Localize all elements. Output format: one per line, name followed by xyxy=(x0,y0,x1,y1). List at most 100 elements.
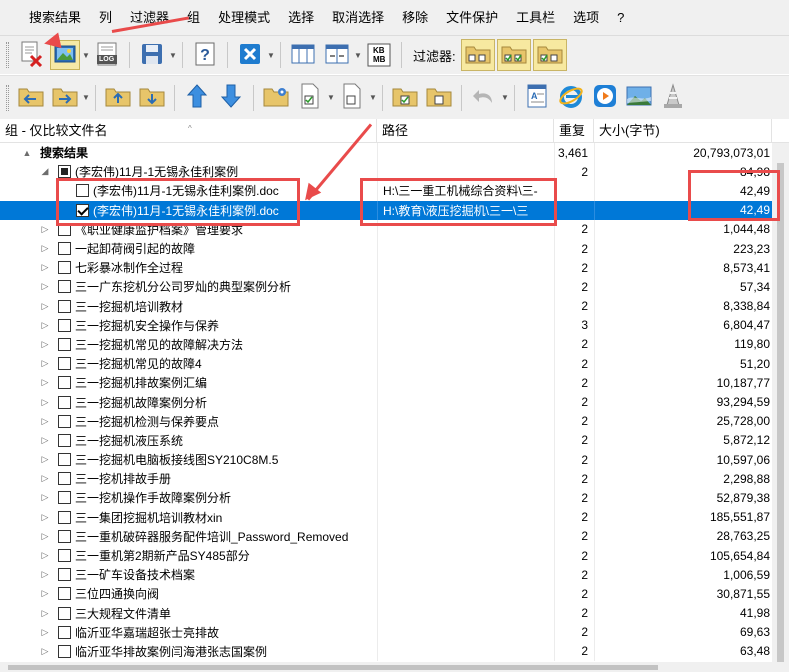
toolbar-grip[interactable] xyxy=(6,42,9,68)
group-row[interactable]: ▷ 三一矿车设备技术档案 2 1,006,59 xyxy=(0,565,772,585)
columns-dropdown-arrow[interactable]: ▼ xyxy=(354,40,362,70)
expand-arrow-icon[interactable]: ▷ xyxy=(40,416,50,427)
column-header-size[interactable]: 大小(字节) xyxy=(594,119,772,143)
group-row[interactable]: ▷ 三一挖机操作手故障案例分析 2 52,879,38 xyxy=(0,488,772,508)
row-checkbox[interactable] xyxy=(58,568,71,582)
help-button[interactable]: ? xyxy=(190,40,220,70)
expand-arrow-icon[interactable]: ▷ xyxy=(40,473,50,484)
delete-files-button[interactable] xyxy=(16,40,46,70)
group-row[interactable]: ▷ 临沂亚华嘉瑞超张士亮排故 2 69,63 xyxy=(0,622,772,642)
expand-arrow-icon[interactable]: ▷ xyxy=(40,512,50,523)
move-down-button[interactable] xyxy=(216,83,246,113)
menu-item[interactable]: 过滤器 xyxy=(121,0,178,36)
row-checkbox[interactable] xyxy=(58,165,71,179)
folder-down-button[interactable] xyxy=(137,83,167,113)
undo-button[interactable] xyxy=(469,83,499,113)
expand-arrow-icon[interactable]: ▷ xyxy=(40,492,50,503)
row-checkbox[interactable] xyxy=(58,242,71,256)
group-row[interactable]: ▷ 三一挖掘机常见的故障解决方法 2 119,80 xyxy=(0,334,772,355)
check-document-button[interactable] xyxy=(295,83,325,113)
column-header-duplicates[interactable]: 重复 xyxy=(554,119,594,143)
row-checkbox[interactable] xyxy=(58,549,71,563)
group-row[interactable]: ▷ 三一挖掘机故障案例分析 2 93,294,59 xyxy=(0,392,772,412)
expand-arrow-icon[interactable]: ▷ xyxy=(40,397,50,408)
group-row[interactable]: ▷ 三大规程文件清单 2 41,98 xyxy=(0,603,772,623)
group-row[interactable]: ▷ 三一挖掘机常见的故障4 2 51,20 xyxy=(0,354,772,374)
group-row[interactable]: ▷ 三一重机破碎器服务配件培训_Password_Removed 2 28,763,2… xyxy=(0,526,772,546)
group-row[interactable]: ▷ 三一重机第2期新产品SY485部分 2 105,654,84 xyxy=(0,545,772,566)
collapse-arrow-icon[interactable]: ◢ xyxy=(40,166,50,177)
column-width-button[interactable] xyxy=(322,40,352,70)
group-row[interactable]: ▷ 三一挖掘机检测与保养要点 2 25,728,00 xyxy=(0,411,772,431)
row-checkbox[interactable] xyxy=(58,625,71,639)
expand-arrow-icon[interactable]: ▷ xyxy=(40,320,50,331)
filter-button-1[interactable] xyxy=(460,39,495,71)
folder-nav-dropdown-arrow[interactable]: ▼ xyxy=(82,83,90,113)
vlc-player-button[interactable] xyxy=(658,83,688,113)
row-checkbox[interactable] xyxy=(58,376,71,390)
group-row[interactable]: ▷ 七彩暴冰制作全过程 2 8,573,41 xyxy=(0,258,772,278)
log-button[interactable]: LOG xyxy=(92,40,122,70)
group-row[interactable]: ▷ 三一挖掘机排故案例汇编 2 10,187,77 xyxy=(0,373,772,393)
vertical-scrollbar-thumb[interactable] xyxy=(777,163,784,663)
image-viewer-button[interactable] xyxy=(624,83,654,113)
filter-button-2[interactable] xyxy=(496,39,531,71)
menu-item[interactable]: 工具栏 xyxy=(507,0,564,36)
tree-root-row[interactable]: ▲ 搜索结果 3,461 20,793,073,01 xyxy=(0,143,772,163)
size-units-button[interactable]: KB MB xyxy=(364,40,394,70)
group-row[interactable]: ▷ 三位四通换向阀 2 30,871,55 xyxy=(0,584,772,604)
row-checkbox[interactable] xyxy=(58,318,71,332)
row-checkbox[interactable] xyxy=(58,472,71,486)
row-checkbox[interactable] xyxy=(58,606,71,620)
menu-item[interactable]: ? xyxy=(608,0,633,36)
row-checkbox[interactable] xyxy=(58,357,71,371)
group-row[interactable]: ▷ 三一广东挖机分公司罗灿的典型案例分析 2 57,34 xyxy=(0,277,772,297)
group-row[interactable]: ▷ 一起卸荷阀引起的故障 2 223,23 xyxy=(0,238,772,259)
expand-arrow-icon[interactable]: ▷ xyxy=(40,243,50,254)
media-player-button[interactable] xyxy=(590,83,620,113)
columns-layout-button[interactable] xyxy=(288,40,318,70)
expand-arrow-icon[interactable]: ▷ xyxy=(40,435,50,446)
expand-arrow-icon[interactable]: ▷ xyxy=(40,569,50,580)
expand-arrow-icon[interactable]: ▷ xyxy=(40,646,50,657)
expand-arrow-icon[interactable]: ▷ xyxy=(40,262,50,273)
group-row[interactable]: ▷ 三一挖机排故手册 2 2,298,88 xyxy=(0,469,772,489)
expand-arrow-icon[interactable]: ▷ xyxy=(40,377,50,388)
expand-arrow-icon[interactable]: ▷ xyxy=(40,281,50,292)
group-row[interactable]: ▷ 三一挖掘机培训教材 2 8,338,84 xyxy=(0,296,772,316)
folder-up-button[interactable] xyxy=(103,83,133,113)
row-checkbox[interactable] xyxy=(58,337,71,351)
group-row[interactable]: ▷ 三一挖掘机电脑板接线图SY210C8M.5 2 10,597,06 xyxy=(0,450,772,470)
filter-button-3[interactable] xyxy=(532,39,567,71)
expand-arrow-icon[interactable]: ▷ xyxy=(40,339,50,350)
row-checkbox[interactable] xyxy=(58,299,71,313)
browser-button[interactable] xyxy=(556,83,586,113)
uncheck-group-button[interactable] xyxy=(424,83,454,113)
menu-item[interactable]: 移除 xyxy=(393,0,437,36)
menu-item[interactable]: 处理模式 xyxy=(209,0,279,36)
folder-back-button[interactable] xyxy=(16,83,46,113)
expand-arrow-icon[interactable]: ▷ xyxy=(40,627,50,638)
uncheck-document-button[interactable] xyxy=(337,83,367,113)
column-header-path[interactable]: 路径 xyxy=(377,119,554,143)
row-checkbox[interactable] xyxy=(58,587,71,601)
expand-arrow-icon[interactable]: ▷ xyxy=(40,224,50,235)
expand-arrow-icon[interactable]: ▷ xyxy=(40,588,50,599)
row-checkbox[interactable] xyxy=(58,433,71,447)
expand-arrow-icon[interactable]: ▷ xyxy=(40,531,50,542)
preview-dropdown-arrow[interactable]: ▼ xyxy=(82,40,90,70)
cancel-dropdown-arrow[interactable]: ▼ xyxy=(267,40,275,70)
row-checkbox[interactable] xyxy=(58,529,71,543)
expand-arrow-icon[interactable]: ▷ xyxy=(40,301,50,312)
row-checkbox[interactable] xyxy=(58,491,71,505)
folder-settings-button[interactable] xyxy=(261,83,291,113)
horizontal-scrollbar[interactable] xyxy=(0,662,789,672)
expand-arrow-icon[interactable]: ▷ xyxy=(40,454,50,465)
check-group-button[interactable] xyxy=(390,83,420,113)
menu-item[interactable]: 取消选择 xyxy=(323,0,393,36)
folder-forward-button[interactable] xyxy=(50,83,80,113)
horizontal-scrollbar-thumb[interactable] xyxy=(8,665,658,670)
toolbar-grip[interactable] xyxy=(6,84,9,111)
row-checkbox[interactable] xyxy=(58,395,71,409)
menu-item[interactable]: 选项 xyxy=(564,0,608,36)
